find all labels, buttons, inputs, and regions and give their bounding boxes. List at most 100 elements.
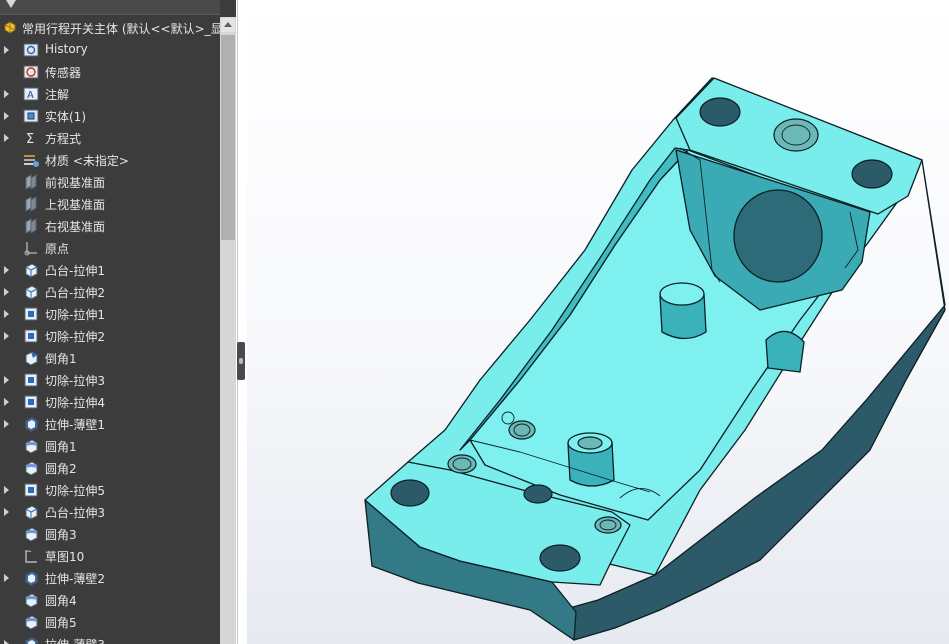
model-tapped-hole-1 (773, 118, 819, 152)
scroll-up-arrow-icon[interactable] (221, 18, 235, 32)
expand-arrow-icon[interactable] (4, 288, 9, 296)
tree-item-label: 注解 (45, 88, 70, 102)
tree-item[interactable]: A 注解 (0, 83, 220, 105)
panel-splitter[interactable] (236, 0, 247, 644)
tree-item[interactable]: 前视基准面 (0, 171, 220, 193)
tree-item[interactable]: 凸台-拉伸1 (0, 259, 220, 281)
solid-bodies-icon (23, 109, 39, 123)
model-boss-center-top (659, 282, 705, 306)
expand-arrow-icon[interactable] (4, 332, 9, 340)
expand-arrow-icon[interactable] (4, 376, 9, 384)
tree-item[interactable]: 右视基准面 (0, 215, 220, 237)
tree-item[interactable]: 拉伸-薄壁1 (0, 413, 220, 435)
expand-arrow-icon[interactable] (4, 112, 9, 120)
tree-scroll-thumb[interactable] (221, 35, 235, 240)
fillet-icon (25, 461, 38, 476)
tree-item-label: 圆角1 (45, 440, 77, 454)
switch-housing-model[interactable] (247, 0, 949, 644)
model-tapped-hole-5 (577, 436, 603, 450)
tree-item[interactable]: 切除-拉伸3 (0, 369, 220, 391)
expand-arrow-icon[interactable] (4, 90, 9, 98)
tree-root-part[interactable]: 常用行程开关主体 (默认<<默认>_显 (0, 17, 223, 39)
expand-arrow-icon[interactable] (4, 420, 9, 428)
tree-item[interactable]: Σ 方程式 (0, 127, 220, 149)
tree-item-label: 凸台-拉伸3 (45, 506, 105, 520)
tree-item-label: 传感器 (45, 66, 82, 80)
model-hole-4 (539, 544, 581, 572)
expand-arrow-icon[interactable] (4, 310, 9, 318)
svg-text:A: A (27, 90, 34, 101)
tree-item[interactable]: 切除-拉伸1 (0, 303, 220, 325)
tree-item-label: 材质 <未指定> (45, 154, 129, 168)
chamfer-icon (25, 351, 38, 366)
fillet-icon (25, 615, 38, 630)
filter-dropdown-icon[interactable] (6, 0, 16, 8)
tree-item[interactable]: 倒角1 (0, 347, 220, 369)
tree-item[interactable]: 原点 (0, 237, 220, 259)
graphics-viewport[interactable] (247, 0, 949, 644)
expand-arrow-icon[interactable] (4, 46, 9, 54)
boss-extrude-icon (25, 263, 38, 278)
tree-item[interactable]: 圆角2 (0, 457, 220, 479)
tree-item[interactable]: 拉伸-薄壁2 (0, 567, 220, 589)
tree-item[interactable]: 切除-拉伸4 (0, 391, 220, 413)
origin-icon (24, 242, 37, 256)
expand-arrow-icon[interactable] (4, 398, 9, 406)
thin-extrude-icon (25, 571, 38, 586)
tree-item-label: 圆角2 (45, 462, 77, 476)
plane-icon (25, 174, 37, 190)
tree-item-label: 方程式 (45, 132, 82, 146)
tree-item[interactable]: 上视基准面 (0, 193, 220, 215)
tree-item-label: 实体(1) (45, 110, 86, 124)
tree-item-label: 切除-拉伸4 (45, 396, 105, 410)
boss-extrude-icon (25, 285, 38, 300)
material-icon (24, 155, 39, 167)
tree-item[interactable]: 传感器 (0, 61, 220, 83)
expand-arrow-icon[interactable] (4, 508, 9, 516)
tree-item[interactable]: 切除-拉伸5 (0, 479, 220, 501)
tree-item[interactable]: 凸台-拉伸2 (0, 281, 220, 303)
sketch-icon (25, 550, 37, 563)
cut-extrude-icon (24, 395, 38, 409)
tree-item-label: 切除-拉伸1 (45, 308, 105, 322)
tree-item[interactable]: 拉伸-薄壁3 (0, 633, 220, 644)
tree-item-label: 右视基准面 (45, 220, 106, 234)
tree-item-label: 倒角1 (45, 352, 77, 366)
tree-item-label: 前视基准面 (45, 176, 106, 190)
feature-manager-tree: 常用行程开关主体 (默认<<默认>_显 History 传感器 A 注解实体(1) Σ 方… (0, 0, 236, 644)
tree-item-label: 上视基准面 (45, 198, 106, 212)
tree-item[interactable]: 草图10 (0, 545, 220, 567)
tree-item[interactable]: 凸台-拉伸3 (0, 501, 220, 523)
model-hole-2 (851, 159, 893, 189)
tree-item-label: 切除-拉伸2 (45, 330, 105, 344)
expand-arrow-icon[interactable] (4, 486, 9, 494)
cut-extrude-icon (24, 329, 38, 343)
tree-item[interactable]: 圆角1 (0, 435, 220, 457)
tree-item-label: 原点 (45, 242, 70, 256)
tree-item-label: 草图10 (45, 550, 85, 564)
tree-item[interactable]: History (0, 39, 220, 61)
expand-arrow-icon[interactable] (4, 574, 9, 582)
part-icon (4, 21, 16, 34)
tree-item-label: 拉伸-薄壁3 (45, 636, 105, 644)
splitter-line (237, 0, 238, 644)
expand-arrow-icon[interactable] (4, 134, 9, 142)
tree-item[interactable]: 圆角4 (0, 589, 220, 611)
history-icon (23, 43, 39, 57)
splitter-collapse-handle[interactable] (237, 342, 245, 380)
tree-item[interactable]: 材质 <未指定> (0, 149, 220, 171)
tree-item[interactable]: 圆角3 (0, 523, 220, 545)
tree-root-label: 常用行程开关主体 (默认<<默认>_显 (22, 22, 223, 36)
thin-extrude-icon (25, 417, 38, 432)
expand-arrow-icon[interactable] (4, 266, 9, 274)
tree-item[interactable]: 圆角5 (0, 611, 220, 633)
tree-item[interactable]: 实体(1) (0, 105, 220, 127)
model-hole-5 (523, 484, 553, 504)
tree-item-label: 圆角5 (45, 616, 77, 630)
cut-extrude-icon (24, 483, 38, 497)
thin-extrude-icon (25, 637, 38, 644)
fillet-icon (25, 593, 38, 608)
tree-item[interactable]: 切除-拉伸2 (0, 325, 220, 347)
tree-filter-bar[interactable] (0, 0, 220, 15)
expand-arrow-icon[interactable] (4, 640, 9, 644)
